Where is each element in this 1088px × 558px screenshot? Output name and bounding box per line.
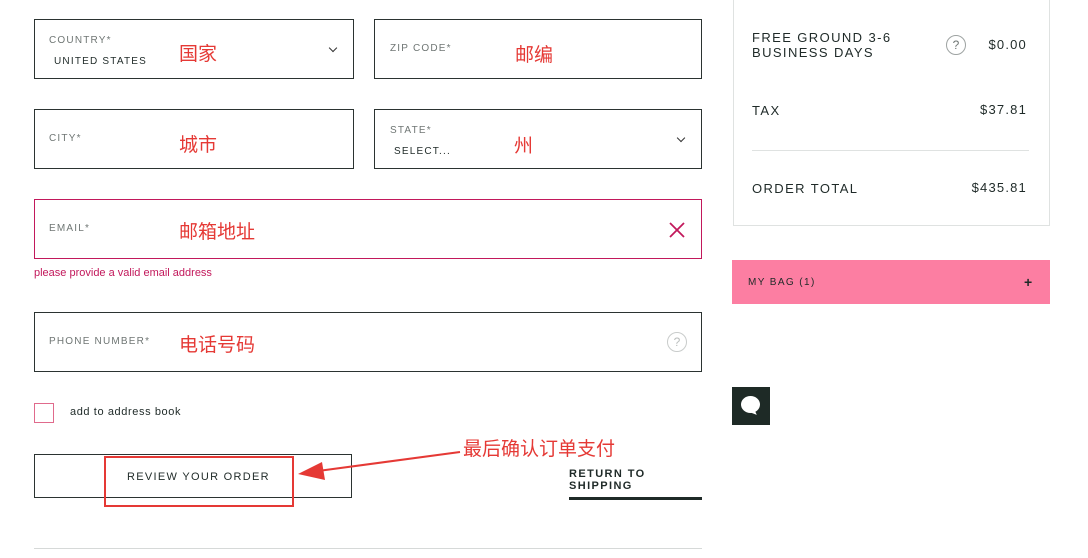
my-bag-label: MY BAG (1)	[748, 277, 816, 288]
order-total-label: ORDER TOTAL	[752, 181, 859, 196]
phone-annotation: 电话号码	[179, 334, 256, 356]
add-to-address-book-label: add to address book	[70, 406, 182, 418]
annotation-highlight-box	[104, 456, 294, 507]
order-total-amount: $435.81	[971, 180, 1027, 195]
question-mark-icon[interactable]: ?	[667, 332, 687, 352]
add-to-address-book-checkbox[interactable]	[34, 403, 54, 423]
tax-amount: $37.81	[980, 102, 1027, 117]
arrow-annotation: 最后确认订单支付	[463, 438, 616, 460]
city-annotation: 城市	[179, 134, 218, 156]
chat-button[interactable]	[732, 387, 770, 425]
summary-divider	[752, 150, 1029, 151]
email-annotation: 邮箱地址	[179, 221, 256, 243]
state-select[interactable]	[374, 109, 702, 169]
state-label: STATE*	[390, 125, 432, 136]
return-to-shipping-link[interactable]: RETURN TO SHIPPING	[569, 468, 702, 500]
close-icon[interactable]	[668, 221, 686, 239]
country-label: COUNTRY*	[49, 35, 112, 46]
email-field[interactable]	[34, 199, 702, 259]
email-label: EMAIL*	[49, 223, 91, 234]
annotation-arrow-icon	[298, 451, 461, 480]
state-annotation: 州	[514, 135, 534, 157]
divider	[34, 548, 702, 549]
plus-icon[interactable]: +	[1024, 274, 1032, 290]
shipping-amount: $0.00	[988, 37, 1027, 52]
shipping-label: FREE GROUND 3-6 BUSINESS DAYS	[752, 30, 892, 60]
state-value: SELECT...	[394, 146, 451, 157]
zip-code-label: ZIP CODE*	[390, 43, 452, 54]
city-label: CITY*	[49, 133, 82, 144]
country-annotation: 国家	[179, 43, 218, 65]
zip-annotation: 邮编	[515, 44, 554, 66]
tax-label: TAX	[752, 103, 781, 118]
country-value: UNITED STATES	[54, 56, 148, 67]
email-error-message: please provide a valid email address	[34, 267, 212, 279]
phone-label: PHONE NUMBER*	[49, 336, 151, 347]
